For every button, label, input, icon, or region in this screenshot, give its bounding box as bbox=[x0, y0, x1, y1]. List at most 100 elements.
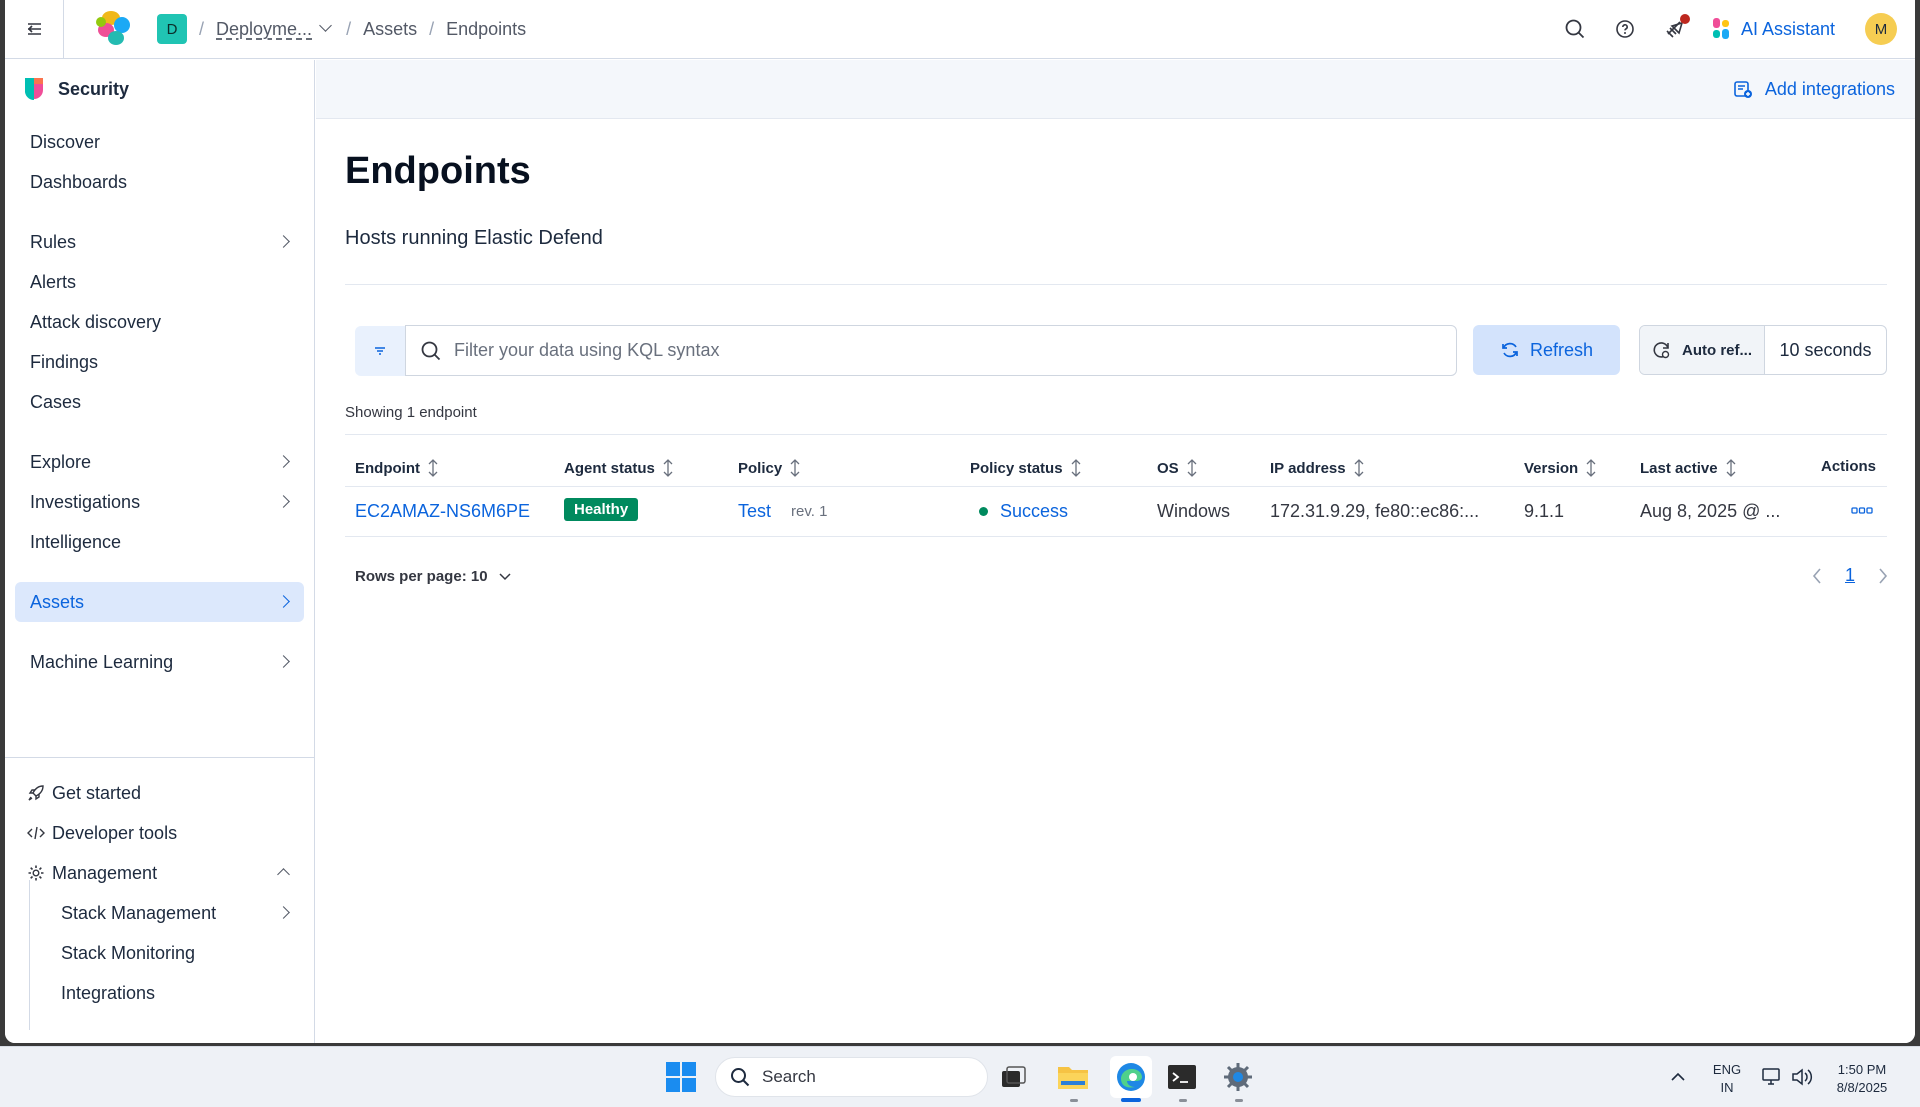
refresh-label: Refresh bbox=[1529, 339, 1594, 360]
filter-options-button[interactable] bbox=[355, 326, 405, 376]
sidebar-item-machine-learning[interactable]: Machine Learning bbox=[15, 642, 304, 682]
edge-browser-button[interactable] bbox=[1110, 1056, 1152, 1098]
chevron-right-icon bbox=[277, 655, 290, 668]
file-explorer-button[interactable] bbox=[1055, 1059, 1091, 1095]
sidebar-item-label: Management bbox=[52, 862, 158, 883]
column-header-last-active[interactable]: Last active bbox=[1640, 458, 1738, 478]
add-integrations-button[interactable]: Add integrations bbox=[1733, 79, 1895, 100]
column-header-label: OS bbox=[1157, 459, 1179, 477]
ip-address-cell: 172.31.9.29, fe80::ec86:... bbox=[1270, 501, 1480, 521]
app-running-indicator bbox=[1235, 1099, 1243, 1102]
chevron-up-icon bbox=[1671, 1072, 1685, 1081]
auto-refresh-interval[interactable]: 10 seconds bbox=[1765, 340, 1886, 361]
sidebar-item-label: Findings bbox=[30, 351, 99, 372]
chevron-down-icon bbox=[499, 572, 511, 580]
page-number-link[interactable]: 1 bbox=[1845, 565, 1855, 586]
input-language-indicator[interactable]: ENG IN bbox=[1709, 1061, 1745, 1097]
column-header-agent-status[interactable]: Agent status bbox=[564, 458, 675, 478]
column-header-label: Policy status bbox=[970, 459, 1063, 477]
news-feed-button[interactable] bbox=[1657, 11, 1693, 47]
taskbar-search-label: Search bbox=[762, 1067, 816, 1086]
clock-date: 8/8/2025 bbox=[1836, 1080, 1888, 1095]
auto-refresh-control[interactable]: Auto ref... 10 seconds bbox=[1639, 325, 1887, 375]
chevron-left-icon[interactable] bbox=[1811, 566, 1823, 586]
chevron-right-icon[interactable] bbox=[1877, 566, 1889, 586]
sidebar-item-investigations[interactable]: Investigations bbox=[15, 482, 304, 522]
search-button[interactable] bbox=[1557, 11, 1593, 47]
sidebar-item-stack-monitoring[interactable]: Stack Monitoring bbox=[15, 933, 304, 973]
sidebar-item-management[interactable]: Management bbox=[15, 853, 304, 893]
sidebar-item-label: Get started bbox=[52, 782, 142, 803]
show-hidden-icons-button[interactable] bbox=[1660, 1059, 1696, 1095]
column-header-endpoint[interactable]: Endpoint bbox=[355, 458, 440, 478]
sidebar-item-stack-management[interactable]: Stack Management bbox=[15, 893, 304, 933]
terminal-button[interactable] bbox=[1164, 1059, 1200, 1095]
task-view-icon bbox=[1002, 1066, 1026, 1087]
kql-search-field[interactable] bbox=[405, 325, 1457, 376]
sidebar-item-rules[interactable]: Rules bbox=[15, 222, 304, 262]
table-top-border bbox=[345, 434, 1887, 435]
chevron-down-icon[interactable] bbox=[319, 18, 332, 32]
column-header-ip-address[interactable]: IP address bbox=[1270, 458, 1366, 478]
sidebar-item-assets[interactable]: Assets bbox=[15, 582, 304, 622]
volume-button[interactable] bbox=[1784, 1059, 1820, 1095]
sidebar-item-developer-tools[interactable]: Developer tools bbox=[15, 813, 304, 853]
sidebar-item-cases[interactable]: Cases bbox=[15, 382, 304, 422]
sidebar-item-alerts[interactable]: Alerts bbox=[15, 262, 304, 302]
agent-status-cell: Healthy bbox=[564, 498, 639, 521]
collapse-nav-button[interactable] bbox=[5, 0, 64, 59]
breadcrumb-deployment[interactable]: Deployme... bbox=[216, 19, 312, 40]
sidebar-item-dashboards[interactable]: Dashboards bbox=[15, 162, 304, 202]
column-header-actions: Actions bbox=[1821, 458, 1876, 475]
sidebar-item-findings[interactable]: Findings bbox=[15, 342, 304, 382]
column-header-label: IP address bbox=[1270, 459, 1346, 477]
rows-per-page-label: Rows per page: 10 bbox=[355, 568, 488, 585]
policy-status-link[interactable]: Success bbox=[1000, 501, 1068, 522]
sort-icon bbox=[663, 459, 673, 477]
user-avatar[interactable]: M bbox=[1865, 13, 1897, 45]
sidebar-item-label: Assets bbox=[30, 591, 85, 612]
sidebar-app-header[interactable]: Security bbox=[5, 60, 314, 118]
space-avatar[interactable]: D bbox=[157, 14, 187, 44]
sidebar-item-explore[interactable]: Explore bbox=[15, 442, 304, 482]
main-content: Add integrations Endpoints Hosts running… bbox=[316, 60, 1915, 1043]
sidebar-app-title: Security bbox=[58, 78, 130, 99]
taskbar-search[interactable]: Search bbox=[715, 1057, 988, 1097]
column-header-version[interactable]: Version bbox=[1524, 458, 1598, 478]
endpoint-name-link[interactable]: EC2AMAZ-NS6M6PE bbox=[355, 501, 530, 522]
sidebar-item-discover[interactable]: Discover bbox=[15, 122, 304, 162]
policy-revision: rev. 1 bbox=[791, 503, 828, 520]
sidebar-item-intelligence[interactable]: Intelligence bbox=[15, 522, 304, 562]
chevron-up-icon bbox=[277, 868, 290, 881]
row-actions-button[interactable] bbox=[1851, 507, 1873, 515]
refresh-button[interactable]: Refresh bbox=[1473, 325, 1620, 375]
sidebar-item-get-started[interactable]: Get started bbox=[15, 773, 304, 813]
column-header-os[interactable]: OS bbox=[1157, 458, 1199, 478]
elastic-logo-icon[interactable] bbox=[94, 9, 134, 49]
column-header-policy-status[interactable]: Policy status bbox=[970, 458, 1083, 478]
ai-assistant-button[interactable]: AI Assistant bbox=[1712, 18, 1835, 40]
breadcrumb-endpoints: Endpoints bbox=[446, 18, 527, 39]
table-header-border bbox=[345, 486, 1887, 487]
sidebar-item-integrations[interactable]: Integrations bbox=[15, 973, 304, 1013]
auto-refresh-toggle[interactable]: Auto ref... bbox=[1640, 326, 1765, 374]
ai-assistant-label: AI Assistant bbox=[1740, 18, 1835, 39]
sidebar-item-label: Attack discovery bbox=[30, 311, 162, 332]
ai-assistant-icon bbox=[1712, 18, 1729, 39]
policy-link[interactable]: Test bbox=[738, 501, 771, 522]
windows-start-button[interactable] bbox=[663, 1059, 699, 1095]
page-title: Endpoints bbox=[345, 150, 531, 192]
kql-search-input[interactable] bbox=[454, 340, 1354, 361]
rows-per-page-selector[interactable]: Rows per page: 10 bbox=[355, 568, 512, 585]
column-header-policy[interactable]: Policy bbox=[738, 458, 802, 478]
breadcrumb-separator: / bbox=[429, 18, 435, 39]
breadcrumb-assets[interactable]: Assets bbox=[363, 19, 417, 40]
chevron-right-icon bbox=[277, 455, 290, 468]
pagination: 1 bbox=[1811, 565, 1889, 586]
sidebar-item-attack-discovery[interactable]: Attack discovery bbox=[15, 302, 304, 342]
task-view-button[interactable] bbox=[996, 1059, 1032, 1095]
settings-button[interactable] bbox=[1220, 1059, 1256, 1095]
sort-icon bbox=[1187, 459, 1197, 477]
help-button[interactable] bbox=[1607, 11, 1643, 47]
clock[interactable]: 1:50 PM 8/8/2025 bbox=[1826, 1061, 1898, 1097]
